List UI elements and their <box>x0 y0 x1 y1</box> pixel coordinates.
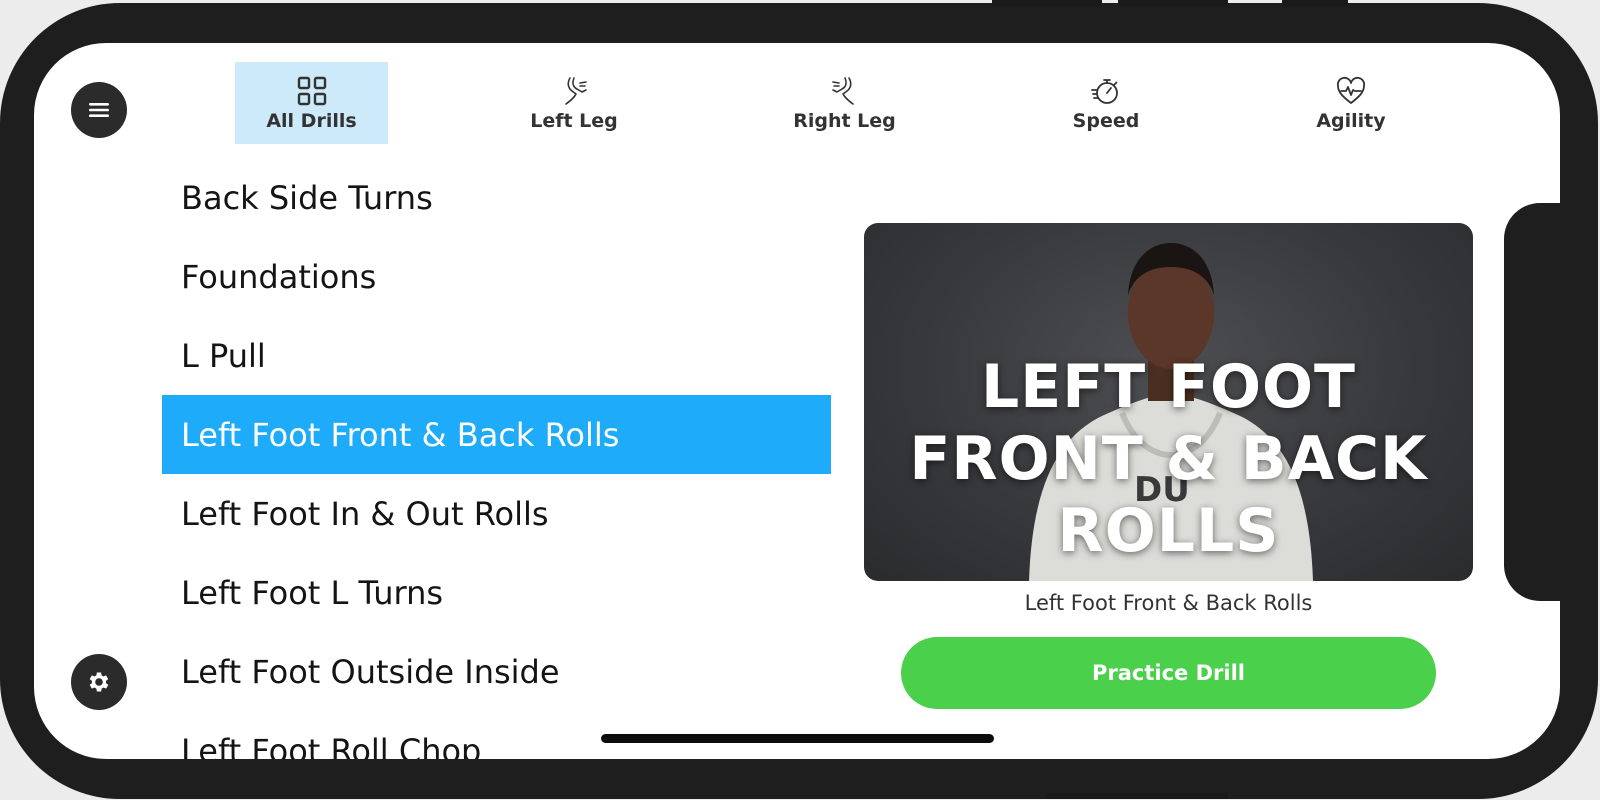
tab-label: Right Leg <box>793 109 896 132</box>
device-button <box>1282 0 1348 6</box>
grid-icon <box>296 75 328 107</box>
left-leg-icon <box>558 75 590 107</box>
drill-item[interactable]: Foundations <box>162 237 831 316</box>
heartbeat-icon <box>1335 75 1367 107</box>
drill-item-selected[interactable]: Left Foot Front & Back Rolls <box>162 395 831 474</box>
tab-label: Left Leg <box>530 109 618 132</box>
tab-speed[interactable]: Speed <box>1051 62 1161 144</box>
drill-item[interactable]: Back Side Turns <box>162 158 831 237</box>
video-caption: Left Foot Front & Back Rolls <box>1024 591 1313 615</box>
video-title-overlay: LEFT FOOT FRONT & BACK ROLLS <box>909 352 1428 566</box>
drill-item[interactable]: Left Foot L Turns <box>162 553 831 632</box>
drill-item[interactable]: Left Foot Outside Inside <box>162 632 831 711</box>
practice-drill-button[interactable]: Practice Drill <box>901 637 1436 709</box>
right-leg-icon <box>829 75 861 107</box>
stopwatch-icon <box>1090 75 1122 107</box>
device-button <box>1046 793 1228 799</box>
tab-right-leg[interactable]: Right Leg <box>777 62 912 144</box>
device-button <box>1118 0 1228 6</box>
tab-label: Agility <box>1316 109 1386 132</box>
tab-label: All Drills <box>266 109 357 132</box>
drill-list: Back Side Turns Foundations L Pull Left … <box>162 158 831 759</box>
drill-video-preview[interactable]: DU LEFT FOOT FRONT & BACK ROLLS <box>864 223 1473 581</box>
device-button <box>992 0 1102 6</box>
home-indicator[interactable] <box>601 734 994 743</box>
drill-item[interactable]: L Pull <box>162 316 831 395</box>
device-frame: All Drills Left Leg Right Leg Speed Agil… <box>0 0 1598 799</box>
settings-button[interactable] <box>71 654 127 710</box>
app-screen: All Drills Left Leg Right Leg Speed Agil… <box>34 43 1560 759</box>
tab-label: Speed <box>1072 109 1140 132</box>
tab-agility[interactable]: Agility <box>1296 62 1406 144</box>
tab-left-leg[interactable]: Left Leg <box>514 62 634 144</box>
tab-all-drills[interactable]: All Drills <box>235 62 388 144</box>
category-tabs: All Drills Left Leg Right Leg Speed Agil… <box>34 43 1484 153</box>
device-notch <box>1504 203 1560 601</box>
gear-icon <box>89 672 109 692</box>
drill-item[interactable]: Left Foot In & Out Rolls <box>162 474 831 553</box>
